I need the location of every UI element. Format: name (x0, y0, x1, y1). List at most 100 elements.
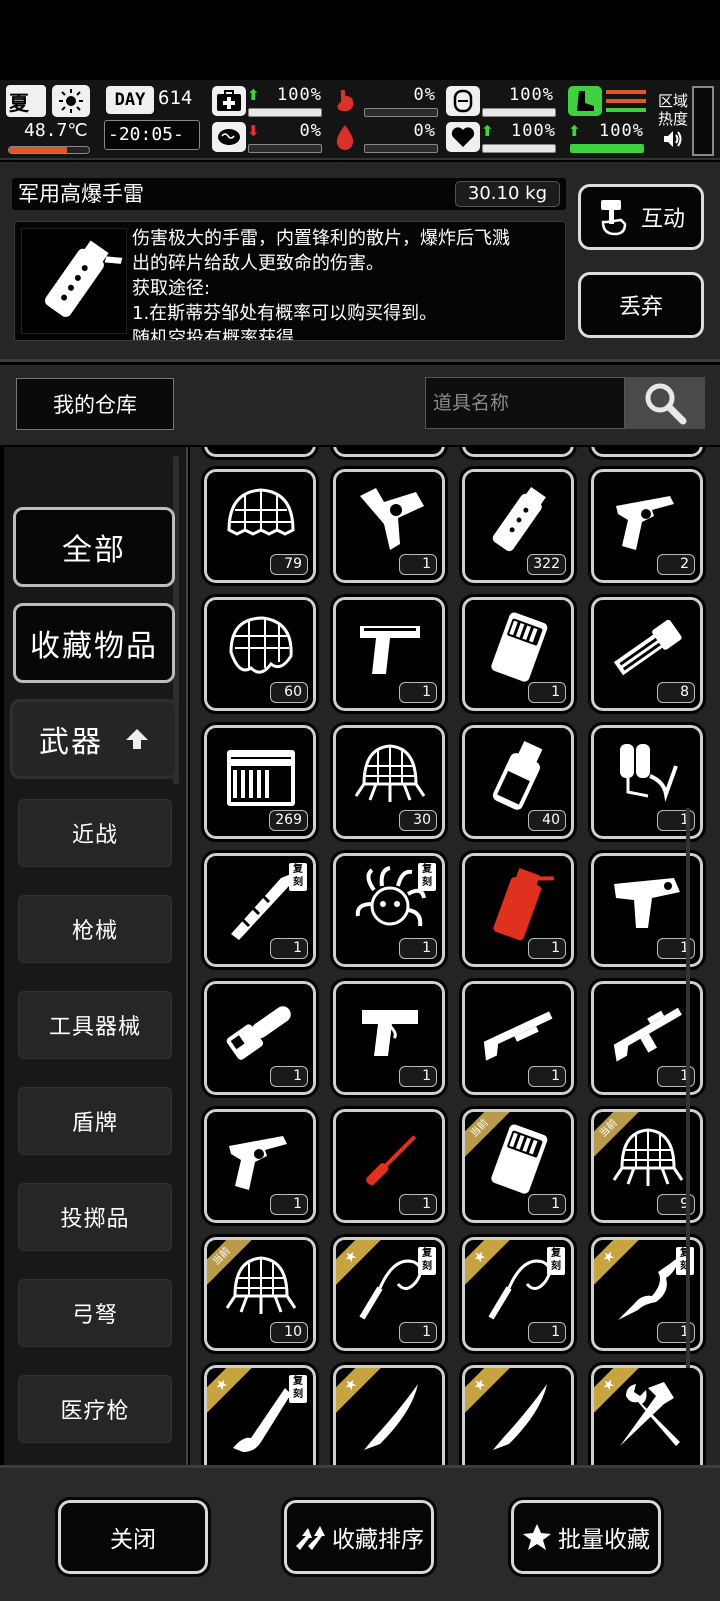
net-helmet-icon (227, 488, 295, 536)
collapse-arrow-icon (126, 729, 148, 749)
grenade-canister-icon (492, 486, 546, 552)
item-slot[interactable]: 1 (201, 978, 319, 1098)
item-slot[interactable]: ★ (330, 1362, 448, 1465)
season-indicator: 夏 (6, 85, 46, 117)
swap-arrows-icon (296, 1526, 325, 1550)
item-slot[interactable]: 322 (459, 466, 577, 586)
close-button[interactable]: 关闭 (55, 1497, 211, 1577)
clock-readout: -20:05- (108, 124, 184, 145)
search-button[interactable] (625, 377, 705, 429)
item-slot[interactable]: ★ (588, 1362, 706, 1465)
item-slot-partial[interactable] (459, 447, 577, 460)
revolver-icon (616, 496, 674, 550)
subcategory-firearms[interactable]: 枪械 (18, 895, 172, 963)
subcategory-throwables[interactable]: 投掷品 (18, 1183, 172, 1251)
grid-scrollbar[interactable] (686, 808, 690, 1368)
item-quantity: 1 (399, 938, 437, 959)
subcategory-label: 工具器械 (48, 1015, 141, 1040)
description-line: 随机空投有概率获得 (132, 328, 294, 341)
health-bar (248, 108, 322, 117)
sort-favorites-button[interactable]: 收藏排序 (281, 1497, 437, 1577)
temperature-gauge (8, 146, 90, 154)
item-slot[interactable]: 8 (588, 594, 706, 714)
heat-label: 热度 (658, 110, 689, 128)
item-quantity: 1 (399, 1322, 437, 1343)
item-quantity: 1 (399, 682, 437, 703)
water-drop-icon (328, 122, 362, 152)
category-label: 武器 (39, 725, 103, 760)
item-slot[interactable]: 当前 10 (201, 1234, 319, 1354)
item-slot[interactable]: 79 (201, 466, 319, 586)
item-slot[interactable]: 1 (459, 978, 577, 1098)
replica-badge: 复刻 (676, 1247, 694, 1275)
discard-label: 丢弃 (618, 295, 663, 320)
category-label: 全部 (62, 533, 126, 568)
hammer-hand-icon (600, 200, 627, 236)
batch-favorite-button[interactable]: 批量收藏 (508, 1497, 664, 1577)
item-slot[interactable]: ★ 复刻 1 (459, 1234, 577, 1354)
item-quantity: 322 (527, 554, 566, 575)
description-line: 1.在斯蒂芬邹处有概率可以购买得到。 (132, 303, 438, 324)
subcategory-tools[interactable]: 工具器械 (18, 991, 172, 1059)
item-quantity: 1 (270, 1194, 308, 1215)
category-favorites[interactable]: 收藏物品 (13, 603, 175, 683)
subcategory-melee[interactable]: 近战 (18, 799, 172, 867)
toy-gun-icon (360, 488, 424, 550)
discard-button[interactable]: 丢弃 (578, 272, 704, 338)
red-screwdriver-icon (366, 1135, 417, 1186)
item-quantity: 1 (528, 938, 566, 959)
item-slot[interactable]: 30 (330, 722, 448, 842)
item-quantity: 10 (270, 1322, 308, 1343)
subcategory-label: 弓弩 (71, 1303, 118, 1328)
item-slot[interactable]: 269 (201, 722, 319, 842)
subcategory-bows[interactable]: 弓弩 (18, 1279, 172, 1347)
item-slot[interactable]: 当前 1 (459, 1106, 577, 1226)
item-quantity: 40 (528, 810, 566, 831)
item-name: 军用高爆手雷 (18, 182, 144, 206)
item-slot[interactable]: 40 (459, 722, 577, 842)
item-slot[interactable]: ★ (459, 1362, 577, 1465)
katana-icon (364, 1384, 418, 1450)
item-quantity: 60 (270, 682, 308, 703)
ammo-crate-icon (227, 750, 295, 806)
heart-icon (446, 122, 480, 152)
ammo-case-icon (491, 612, 548, 682)
search-input[interactable] (425, 377, 625, 429)
hammer-wrench-icon (620, 1382, 680, 1446)
star-icon (523, 1524, 551, 1550)
item-slot[interactable]: 2 (588, 466, 706, 586)
item-slot[interactable]: 60 (201, 594, 319, 714)
replica-badge: 复刻 (418, 863, 436, 891)
category-sidebar: 全部 收藏物品 武器 近战 枪械 工具器械 盾牌 投掷品 弓弩 医疗枪 (4, 447, 188, 1465)
flask-icon (492, 740, 543, 810)
item-quantity: 1 (399, 1194, 437, 1215)
item-slot[interactable]: ★ 复刻 1 (330, 1234, 448, 1354)
description-line: 获取途径: (132, 278, 211, 299)
item-slot-partial[interactable] (588, 447, 706, 460)
day-counter: 614 (158, 87, 193, 109)
item-slot-partial[interactable] (201, 447, 319, 460)
item-slot[interactable]: 1 (330, 978, 448, 1098)
item-slot[interactable]: 1 (330, 1106, 448, 1226)
flamethrower-icon (620, 744, 678, 802)
subcategory-shields[interactable]: 盾牌 (18, 1087, 172, 1155)
item-slot[interactable]: 1 (201, 1106, 319, 1226)
category-all[interactable]: 全部 (13, 507, 175, 587)
item-quantity: 269 (269, 810, 308, 831)
day-badge: DAY (106, 86, 154, 114)
category-weapons[interactable]: 武器 (10, 699, 178, 779)
item-slot[interactable]: 1 (330, 594, 448, 714)
subcategory-medical-guns[interactable]: 医疗枪 (18, 1375, 172, 1443)
item-quantity: 1 (528, 1194, 566, 1215)
item-slot[interactable]: 1 (459, 850, 577, 970)
subcategory-label: 枪械 (71, 919, 118, 944)
item-slot[interactable]: 复刻 1 (201, 850, 319, 970)
item-slot[interactable]: 1 (330, 466, 448, 586)
speaker-icon[interactable] (662, 128, 684, 150)
item-slot[interactable]: 1 (459, 594, 577, 714)
item-quantity: 1 (270, 938, 308, 959)
item-slot[interactable]: 复刻 1 (330, 850, 448, 970)
item-slot-partial[interactable] (330, 447, 448, 460)
item-slot[interactable]: ★ 复刻 (201, 1362, 319, 1465)
interact-button[interactable]: 互动 (578, 184, 704, 250)
